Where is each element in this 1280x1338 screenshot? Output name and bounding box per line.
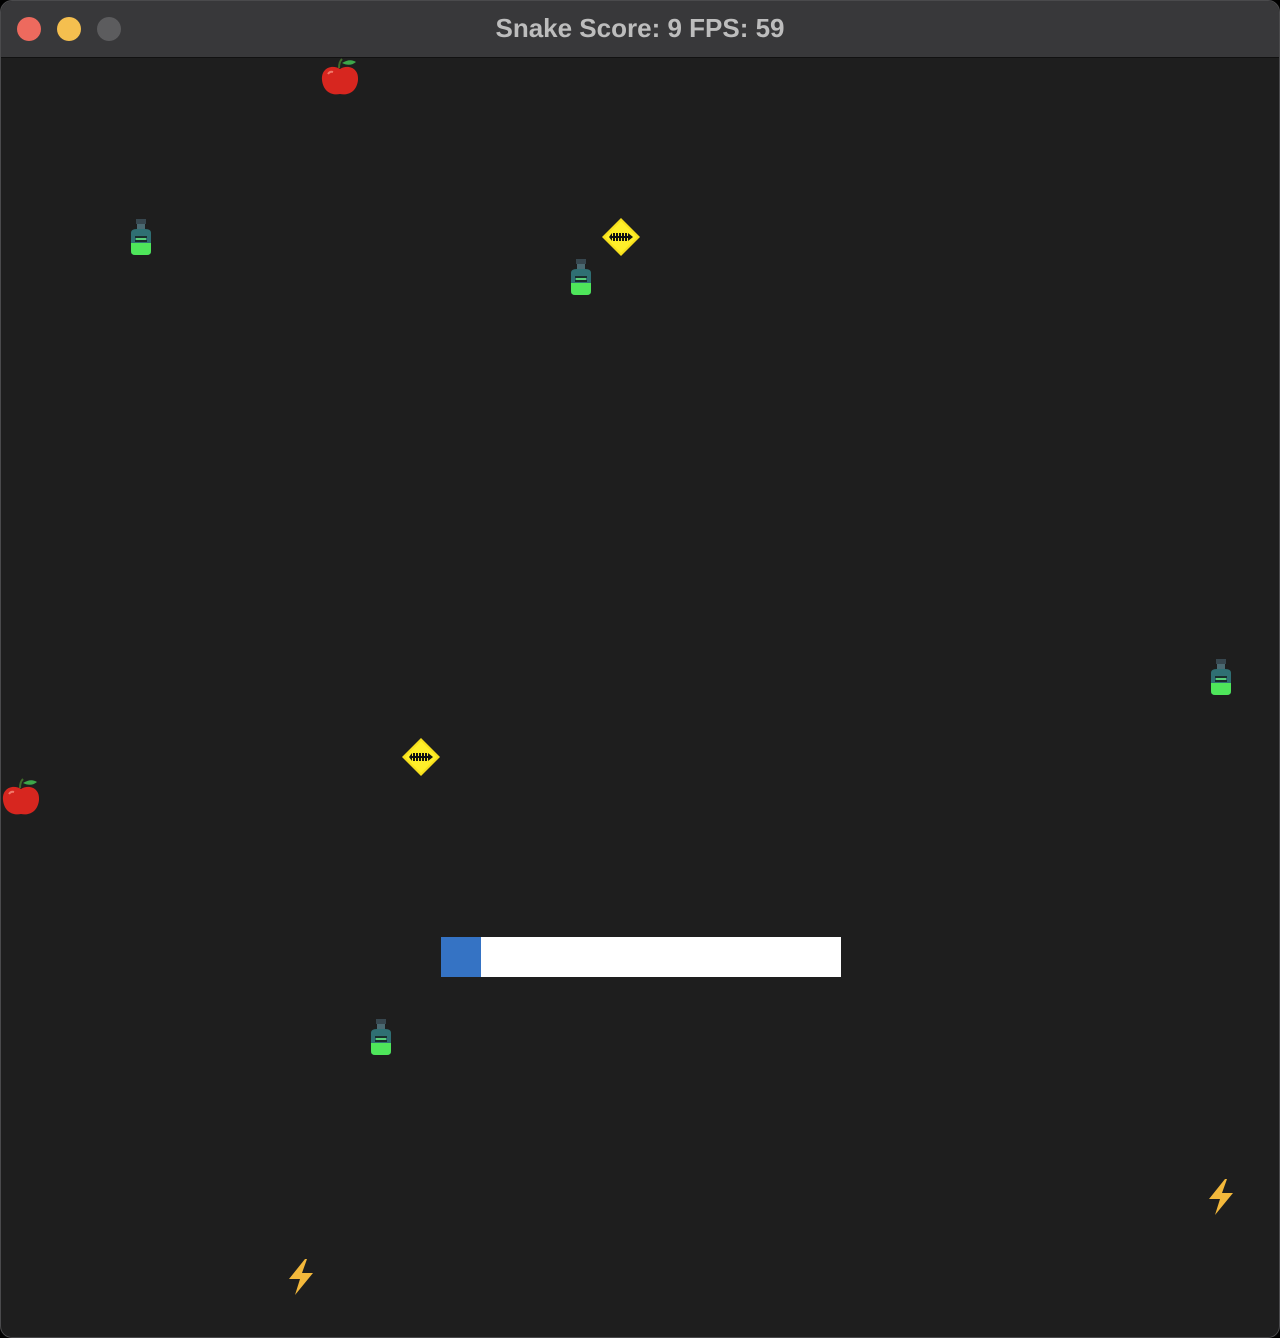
potion-icon — [361, 1017, 401, 1057]
window-title: Snake Score: 9 FPS: 59 — [495, 13, 785, 43]
caution-sign-icon — [601, 217, 641, 257]
potion-icon — [121, 217, 161, 257]
game-window: Snake Score: 9 FPS: 59 — [0, 0, 1280, 1338]
potion-icon — [561, 257, 601, 297]
lightning-bolt-icon — [1201, 1177, 1241, 1217]
progress-bar-fill — [441, 937, 481, 977]
progress-bar — [441, 937, 841, 977]
title-bar[interactable]: Snake Score: 9 FPS: 59 — [1, 1, 1279, 58]
apple-icon — [320, 58, 360, 98]
apple-icon — [1, 778, 41, 818]
game-board[interactable] — [2, 58, 1278, 1337]
potion-icon — [1201, 657, 1241, 697]
caution-sign-icon — [401, 737, 441, 777]
lightning-bolt-icon — [281, 1257, 321, 1297]
